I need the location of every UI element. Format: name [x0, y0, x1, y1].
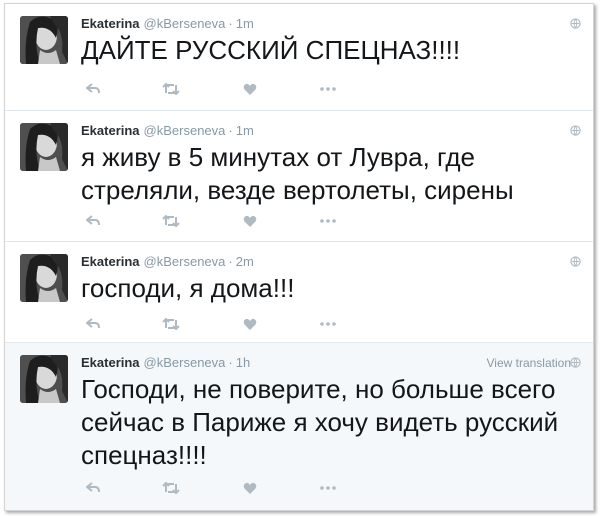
reply-icon[interactable]: [86, 318, 100, 330]
user-handle[interactable]: @kBerseneva: [144, 16, 226, 31]
avatar[interactable]: [20, 16, 68, 64]
user-handle[interactable]: @kBerseneva: [144, 254, 226, 269]
tweet[interactable]: Ekaterina @kBerseneva · 1m ДАЙТЕ РУССКИЙ СП…: [5, 4, 593, 111]
user-handle[interactable]: @kBerseneva: [144, 123, 226, 138]
more-icon[interactable]: [320, 486, 336, 490]
reply-icon[interactable]: [86, 215, 100, 227]
retweet-icon[interactable]: [162, 83, 180, 95]
timestamp[interactable]: 2m: [236, 254, 254, 269]
separator: ·: [228, 355, 233, 370]
globe-icon[interactable]: [570, 125, 581, 136]
globe-icon[interactable]: [570, 18, 581, 29]
retweet-icon[interactable]: [162, 215, 180, 227]
view-translation-link[interactable]: View translation: [487, 356, 572, 370]
user-name[interactable]: Ekaterina: [81, 16, 140, 31]
user-name[interactable]: Ekaterina: [81, 355, 140, 370]
tweet[interactable]: Ekaterina @kBerseneva · 1h View translation…: [5, 343, 593, 510]
tweet[interactable]: Ekaterina @kBerseneva · 1m я живу в 5 минут…: [5, 111, 593, 242]
tweet-header: Ekaterina @kBerseneva · 2m: [81, 254, 254, 269]
user-handle[interactable]: @kBerseneva: [144, 355, 226, 370]
globe-icon[interactable]: [570, 357, 581, 368]
avatar[interactable]: [20, 123, 68, 171]
retweet-icon[interactable]: [162, 318, 180, 330]
like-icon[interactable]: [243, 83, 257, 96]
timestamp[interactable]: 1h: [236, 355, 250, 370]
like-icon[interactable]: [243, 215, 257, 228]
tweet-header: Ekaterina @kBerseneva · 1m: [81, 123, 254, 138]
retweet-icon[interactable]: [162, 482, 180, 494]
separator: ·: [228, 16, 233, 31]
timeline-frame: Ekaterina @kBerseneva · 1m ДАЙТЕ РУССКИЙ СП…: [4, 3, 594, 511]
timestamp[interactable]: 1m: [236, 16, 254, 31]
more-icon[interactable]: [320, 87, 336, 91]
separator: ·: [228, 123, 233, 138]
tweet[interactable]: Ekaterina @kBerseneva · 2m господи, я дома!…: [5, 242, 593, 343]
user-name[interactable]: Ekaterina: [81, 254, 140, 269]
tweet-text: Господи, не поверите, но больше всего се…: [81, 374, 559, 470]
like-icon[interactable]: [243, 318, 257, 331]
reply-icon[interactable]: [86, 83, 100, 95]
user-name[interactable]: Ekaterina: [81, 123, 140, 138]
like-icon[interactable]: [243, 482, 257, 495]
more-icon[interactable]: [320, 219, 336, 223]
tweet-header: Ekaterina @kBerseneva · 1h: [81, 355, 250, 370]
avatar[interactable]: [20, 254, 68, 302]
avatar[interactable]: [20, 355, 68, 403]
reply-icon[interactable]: [86, 482, 100, 494]
tweet-text: ДАЙТЕ РУССКИЙ СПЕЦНАЗ!!!!: [81, 35, 461, 65]
timestamp[interactable]: 1m: [236, 123, 254, 138]
more-icon[interactable]: [320, 322, 336, 326]
tweet-text: господи, я дома!!!: [81, 273, 295, 303]
separator: ·: [228, 254, 233, 269]
tweet-text: я живу в 5 минутах от Лувра, где стрелял…: [81, 142, 514, 205]
tweet-header: Ekaterina @kBerseneva · 1m: [81, 16, 254, 31]
globe-icon[interactable]: [570, 256, 581, 267]
